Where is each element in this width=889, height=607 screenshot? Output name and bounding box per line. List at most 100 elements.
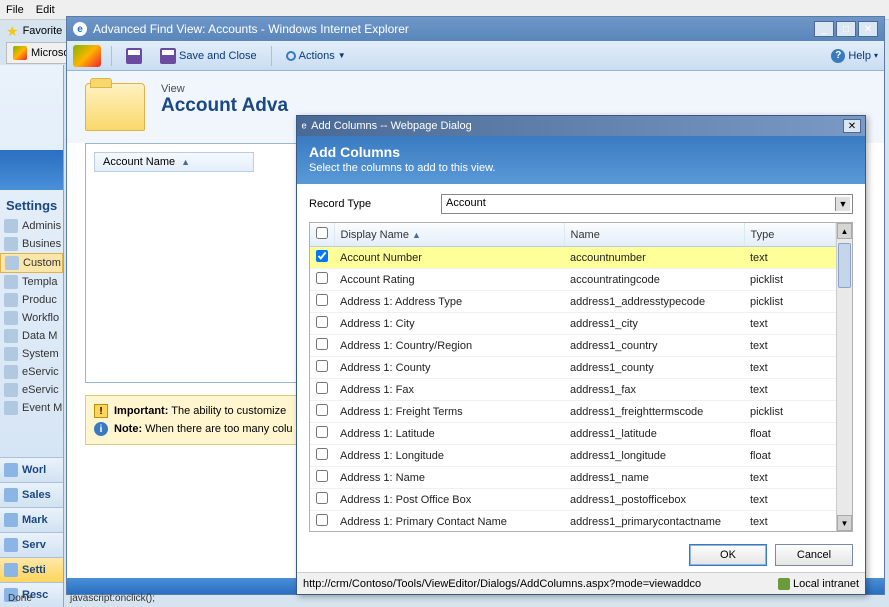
sidebar-item-label: eServic — [22, 384, 59, 396]
row-checkbox[interactable] — [316, 294, 328, 306]
area-icon — [4, 513, 18, 527]
row-checkbox[interactable] — [316, 492, 328, 504]
menu-file[interactable]: File — [6, 4, 24, 16]
sidebar-item[interactable]: Adminis — [0, 217, 63, 235]
sidebar-item[interactable]: Templa — [0, 273, 63, 291]
save-and-close-button[interactable]: Save and Close — [156, 46, 261, 66]
area-icon — [4, 563, 18, 577]
ie-icon: e — [301, 121, 306, 131]
row-checkbox[interactable] — [316, 470, 328, 482]
row-checkbox[interactable] — [316, 448, 328, 460]
column-row[interactable]: Address 1: Longitudeaddress1_longitudefl… — [310, 445, 836, 467]
sidebar-item[interactable]: Event M — [0, 399, 63, 417]
save-icon — [126, 48, 142, 64]
row-checkbox[interactable] — [316, 338, 328, 350]
column-row[interactable]: Address 1: Countyaddress1_countytext — [310, 357, 836, 379]
ok-button[interactable]: OK — [689, 544, 767, 566]
column-row[interactable]: Account Ratingaccountratingcodepicklist — [310, 269, 836, 291]
menu-edit[interactable]: Edit — [36, 4, 55, 16]
row-checkbox[interactable] — [316, 250, 328, 262]
help-link[interactable]: ?Help ▾ — [831, 49, 878, 63]
column-account-name[interactable]: Account Name ▲ — [94, 152, 254, 172]
row-checkbox[interactable] — [316, 272, 328, 284]
area-label: Sales — [22, 489, 51, 501]
column-row[interactable]: Address 1: Address Typeaddress1_addresst… — [310, 291, 836, 313]
column-row[interactable]: Account Numberaccountnumbertext — [310, 247, 836, 269]
sidebar-item[interactable]: eServic — [0, 381, 63, 399]
record-type-select[interactable]: Account — [441, 194, 853, 214]
header-name[interactable]: Name — [564, 223, 744, 247]
important-text: The ability to customize — [168, 405, 286, 417]
scroll-down-button[interactable]: ▼ — [837, 515, 852, 531]
view-label: View — [161, 83, 288, 95]
cell-display-name: Address 1: Freight Terms — [334, 401, 564, 423]
column-row[interactable]: Address 1: Nameaddress1_nametext — [310, 467, 836, 489]
minimize-button[interactable]: _ — [814, 21, 834, 37]
actions-menu[interactable]: Actions ▼ — [282, 48, 350, 64]
header-checkbox[interactable] — [310, 223, 334, 247]
sidebar-item[interactable]: Workflo — [0, 309, 63, 327]
item-icon — [5, 256, 19, 270]
cell-name: address1_primarycontactname — [564, 511, 744, 532]
scroll-thumb[interactable] — [838, 243, 851, 288]
column-row[interactable]: Address 1: Latitudeaddress1_latitudefloa… — [310, 423, 836, 445]
maximize-button[interactable]: □ — [836, 21, 856, 37]
dialog-close-button[interactable]: ✕ — [843, 119, 861, 133]
column-row[interactable]: Address 1: Cityaddress1_citytext — [310, 313, 836, 335]
nav-area-item[interactable]: Sales — [0, 482, 64, 507]
nav-area-item[interactable]: Worl — [0, 457, 64, 482]
zone-label: Local intranet — [793, 578, 859, 590]
sidebar-item[interactable]: Custom — [0, 253, 63, 273]
favorites-label[interactable]: Favorite — [23, 25, 63, 37]
sidebar-item[interactable]: System — [0, 345, 63, 363]
nav-area-item[interactable]: Mark — [0, 507, 64, 532]
row-checkbox[interactable] — [316, 404, 328, 416]
row-checkbox[interactable] — [316, 316, 328, 328]
column-row[interactable]: Address 1: Country/Regionaddress1_countr… — [310, 335, 836, 357]
header-type[interactable]: Type — [744, 223, 836, 247]
column-row[interactable]: Address 1: Freight Termsaddress1_freight… — [310, 401, 836, 423]
cell-name: accountnumber — [564, 247, 744, 269]
close-window-button[interactable]: ✕ — [858, 21, 878, 37]
save-button[interactable] — [122, 46, 146, 66]
dialog-subheading: Select the columns to add to this view. — [309, 162, 853, 174]
scroll-up-button[interactable]: ▲ — [837, 223, 852, 239]
sort-asc-icon: ▲ — [412, 230, 421, 240]
row-checkbox[interactable] — [316, 514, 328, 526]
chevron-down-icon: ▼ — [338, 51, 346, 60]
cell-name: address1_fax — [564, 379, 744, 401]
dialog-titlebar: e Add Columns -- Webpage Dialog ✕ — [297, 116, 865, 136]
crm-logo-icon — [73, 45, 101, 67]
security-zone: Local intranet — [778, 578, 859, 590]
nav-area-item[interactable]: Serv — [0, 532, 64, 557]
row-checkbox[interactable] — [316, 360, 328, 372]
dialog-statusbar: http://crm/Contoso/Tools/ViewEditor/Dial… — [297, 572, 865, 594]
sidebar-item[interactable]: Busines — [0, 235, 63, 253]
cell-display-name: Account Number — [334, 247, 564, 269]
dialog-title: Add Columns -- Webpage Dialog — [311, 120, 472, 132]
sidebar-item[interactable]: eServic — [0, 363, 63, 381]
row-checkbox[interactable] — [316, 382, 328, 394]
sidebar-item[interactable]: Data M — [0, 327, 63, 345]
header-display-name[interactable]: Display Name▲ — [334, 223, 564, 247]
ie-title: Advanced Find View: Accounts - Windows I… — [93, 22, 409, 36]
column-row[interactable]: Address 1: Post Office Boxaddress1_posto… — [310, 489, 836, 511]
nav-area-item[interactable]: Setti — [0, 557, 64, 582]
select-all-checkbox[interactable] — [316, 227, 328, 239]
grid-scrollbar[interactable]: ▲ ▼ — [836, 223, 852, 531]
item-icon — [4, 237, 18, 251]
sidebar-item[interactable]: Produc — [0, 291, 63, 309]
actions-label: Actions — [299, 50, 335, 62]
row-checkbox[interactable] — [316, 426, 328, 438]
save-icon — [160, 48, 176, 64]
sidebar-item-label: eServic — [22, 366, 59, 378]
cell-type: text — [744, 489, 836, 511]
area-label: Worl — [22, 464, 46, 476]
cancel-button[interactable]: Cancel — [775, 544, 853, 566]
actions-icon — [286, 51, 296, 61]
column-row[interactable]: Address 1: Faxaddress1_faxtext — [310, 379, 836, 401]
item-icon — [4, 293, 18, 307]
cell-type: picklist — [744, 269, 836, 291]
column-row[interactable]: Address 1: Primary Contact Nameaddress1_… — [310, 511, 836, 532]
note-label: Note: — [114, 423, 142, 435]
